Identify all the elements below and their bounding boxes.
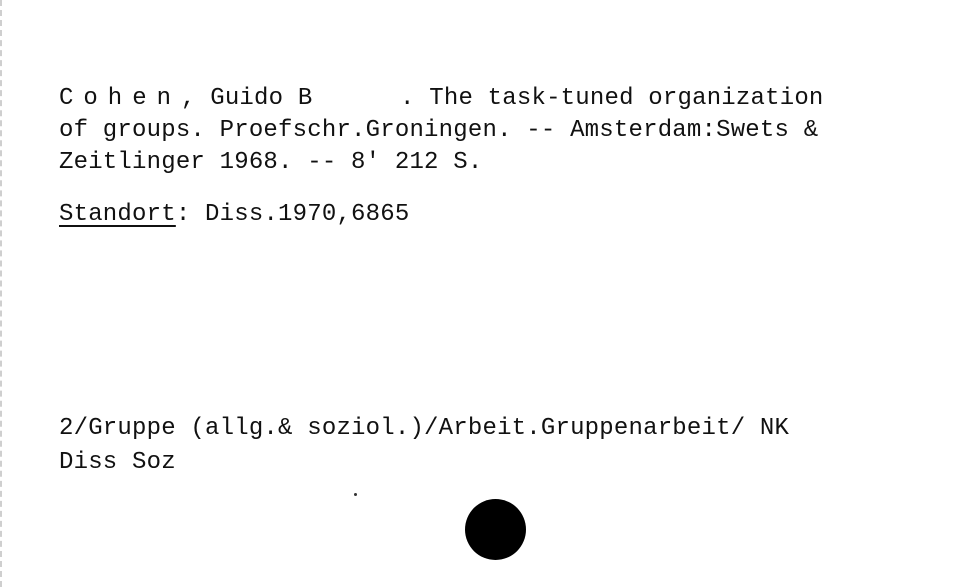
location-label: Standort [59, 201, 176, 228]
title-text: . The task-tuned organization [312, 85, 824, 112]
location-line: Standort: Diss.1970,6865 [59, 200, 409, 230]
subject-line: 2/Gruppe (allg.& soziol.)/Arbeit.Gruppen… [59, 415, 790, 442]
author-surname: Cohen [59, 85, 182, 112]
classification-line: Diss Soz [59, 449, 176, 476]
catalog-card: Cohen, Guido B . The task-tuned organiza… [0, 0, 976, 587]
citation-line-1: Cohen, Guido B . The task-tuned organiza… [59, 84, 824, 114]
ink-speck [354, 493, 357, 496]
punch-hole [465, 499, 526, 560]
author-given-name: , Guido B [181, 85, 313, 112]
citation-line-2: of groups. Proefschr.Groningen. -- Amste… [59, 117, 819, 144]
location-value: : Diss.1970,6865 [175, 201, 410, 228]
citation-line-3: Zeitlinger 1968. -- 8' 212 S. [59, 149, 483, 176]
